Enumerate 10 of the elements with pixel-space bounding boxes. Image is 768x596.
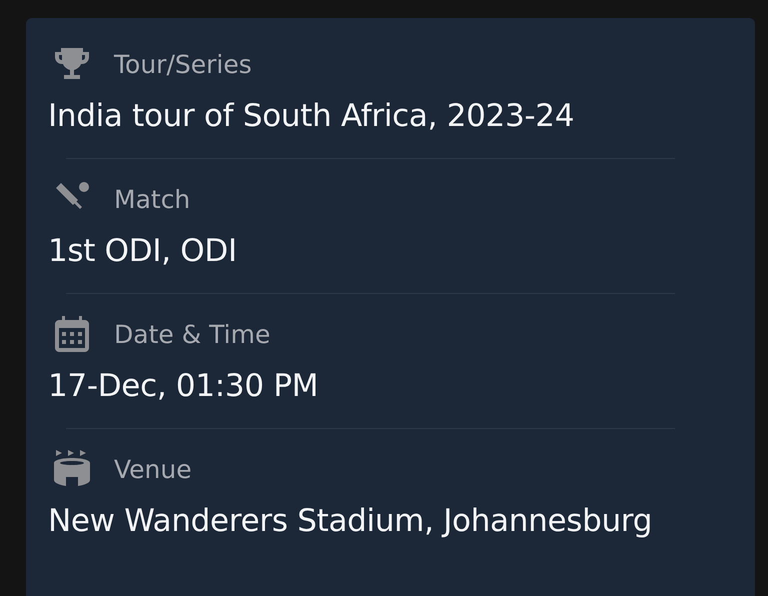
detail-value: India tour of South Africa, 2023-24 [48,98,576,134]
stadium-icon [52,449,92,489]
detail-value: New Wanderers Stadium, Johannesburg [48,503,654,539]
calendar-icon [52,314,92,354]
detail-label: Venue [114,454,192,484]
detail-value: 17-Dec, 01:30 PM [48,368,320,404]
detail-label: Tour/Series [114,50,252,78]
detail-label: Match [114,184,190,214]
detail-label: Date & Time [114,320,270,348]
detail-value: 1st ODI, ODI [48,233,238,269]
